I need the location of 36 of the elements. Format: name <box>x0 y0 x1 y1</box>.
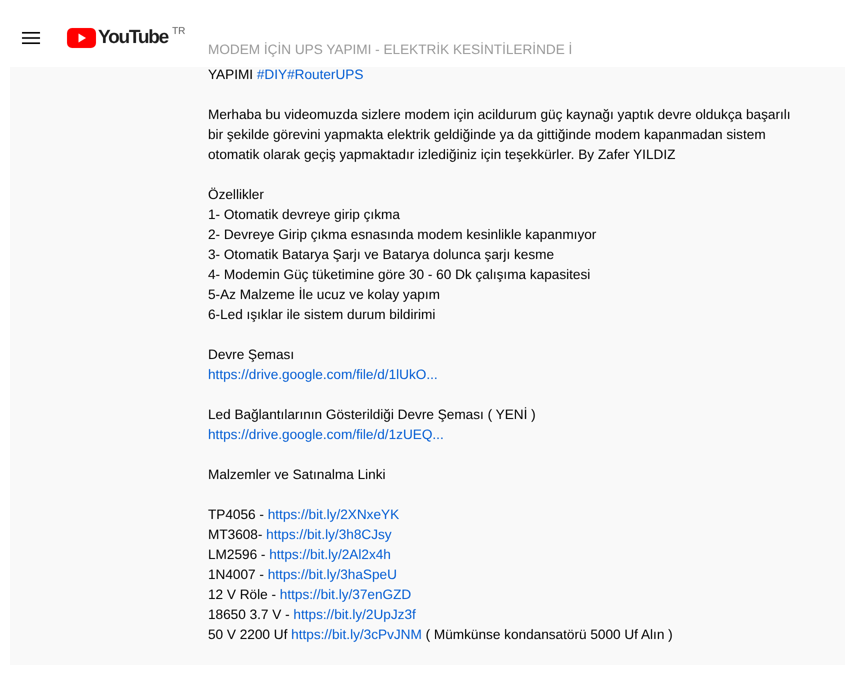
description-line: TP4056 - https://bit.ly/2XNxeYK <box>208 506 400 524</box>
play-icon <box>67 28 96 48</box>
description-line: 3- Otomatik Batarya Şarjı ve Batarya dolunca şarjı kesme <box>208 246 556 264</box>
link[interactable]: #DIY <box>256 67 288 82</box>
description-line: 18650 3.7 V - https://bit.ly/2UpJz3f <box>208 606 417 624</box>
description-line: Devre Şeması <box>208 346 296 364</box>
link[interactable]: https://bit.ly/37enGZD <box>280 587 412 602</box>
description-line: 50 V 2200 Uf https://bit.ly/3cPvJNM ( Mümkünse kondansatörü 5000 Uf Alın ) <box>208 626 674 644</box>
link[interactable]: https://bit.ly/2Al2x4h <box>269 547 391 562</box>
link[interactable]: https://bit.ly/2XNxeYK <box>268 507 400 522</box>
description-line: Led Bağlantılarının Gösterildiği Devre Şeması ( YENİ ) <box>208 406 537 424</box>
description-line: Malzemler ve Satınalma Linki <box>208 466 387 484</box>
link[interactable]: https://bit.ly/3h8CJsy <box>266 527 392 542</box>
description-line: Merhaba bu videomuzda sizlere modem için acildurum güç kaynağı yaptık devre oldukça başarılı <box>208 106 792 124</box>
description-line: LM2596 - https://bit.ly/2Al2x4h <box>208 546 392 564</box>
description-line: 12 V Röle - https://bit.ly/37enGZD <box>208 586 412 604</box>
link[interactable]: https://bit.ly/2UpJz3f <box>293 607 416 622</box>
description-line: 2- Devreye Girip çıkma esnasında modem kesinlikle kapanmıyor <box>208 226 598 244</box>
link[interactable]: https://bit.ly/3haSpeU <box>268 567 397 582</box>
description-line: YAPIMI #DIY#RouterUPS <box>208 66 364 84</box>
youtube-logo[interactable]: YouTube TR <box>67 26 186 50</box>
description-line: 4- Modemin Güç tüketimine göre 30 - 60 Dk çalışıma kapasitesi <box>208 266 592 284</box>
description-line: 1N4007 - https://bit.ly/3haSpeU <box>208 566 398 584</box>
menu-icon[interactable] <box>22 32 40 44</box>
link[interactable]: https://drive.google.com/file/d/1lUkO... <box>208 367 438 382</box>
link[interactable]: https://bit.ly/3cPvJNM <box>291 627 422 642</box>
description-line: otomatik olarak geçiş yapmaktadır izlediğiniz için teşekkürler. By Zafer YILDIZ <box>208 146 676 164</box>
description-line: MT3608- https://bit.ly/3h8CJsy <box>208 526 393 544</box>
description-line: bir şekilde görevini yapmakta elektrik geldiğinde ya da gittiğinde modem kapanmadan sistem <box>208 126 767 144</box>
description-line: Özellikler <box>208 186 265 204</box>
link[interactable]: https://drive.google.com/file/d/1zUEQ... <box>208 427 444 442</box>
description-line: 5-Az Malzeme İle ucuz ve kolay yapım <box>208 286 441 304</box>
description-line: 1- Otomatik devreye girip çıkma <box>208 206 401 224</box>
link[interactable]: #RouterUPS <box>287 67 364 82</box>
faded-title-text: MODEM İÇİN UPS YAPIMI - ELEKTRİK KESİNTİLERİNDE İ <box>208 41 574 59</box>
description-line: 6-Led ışıklar ile sistem durum bildirimi <box>208 306 436 324</box>
